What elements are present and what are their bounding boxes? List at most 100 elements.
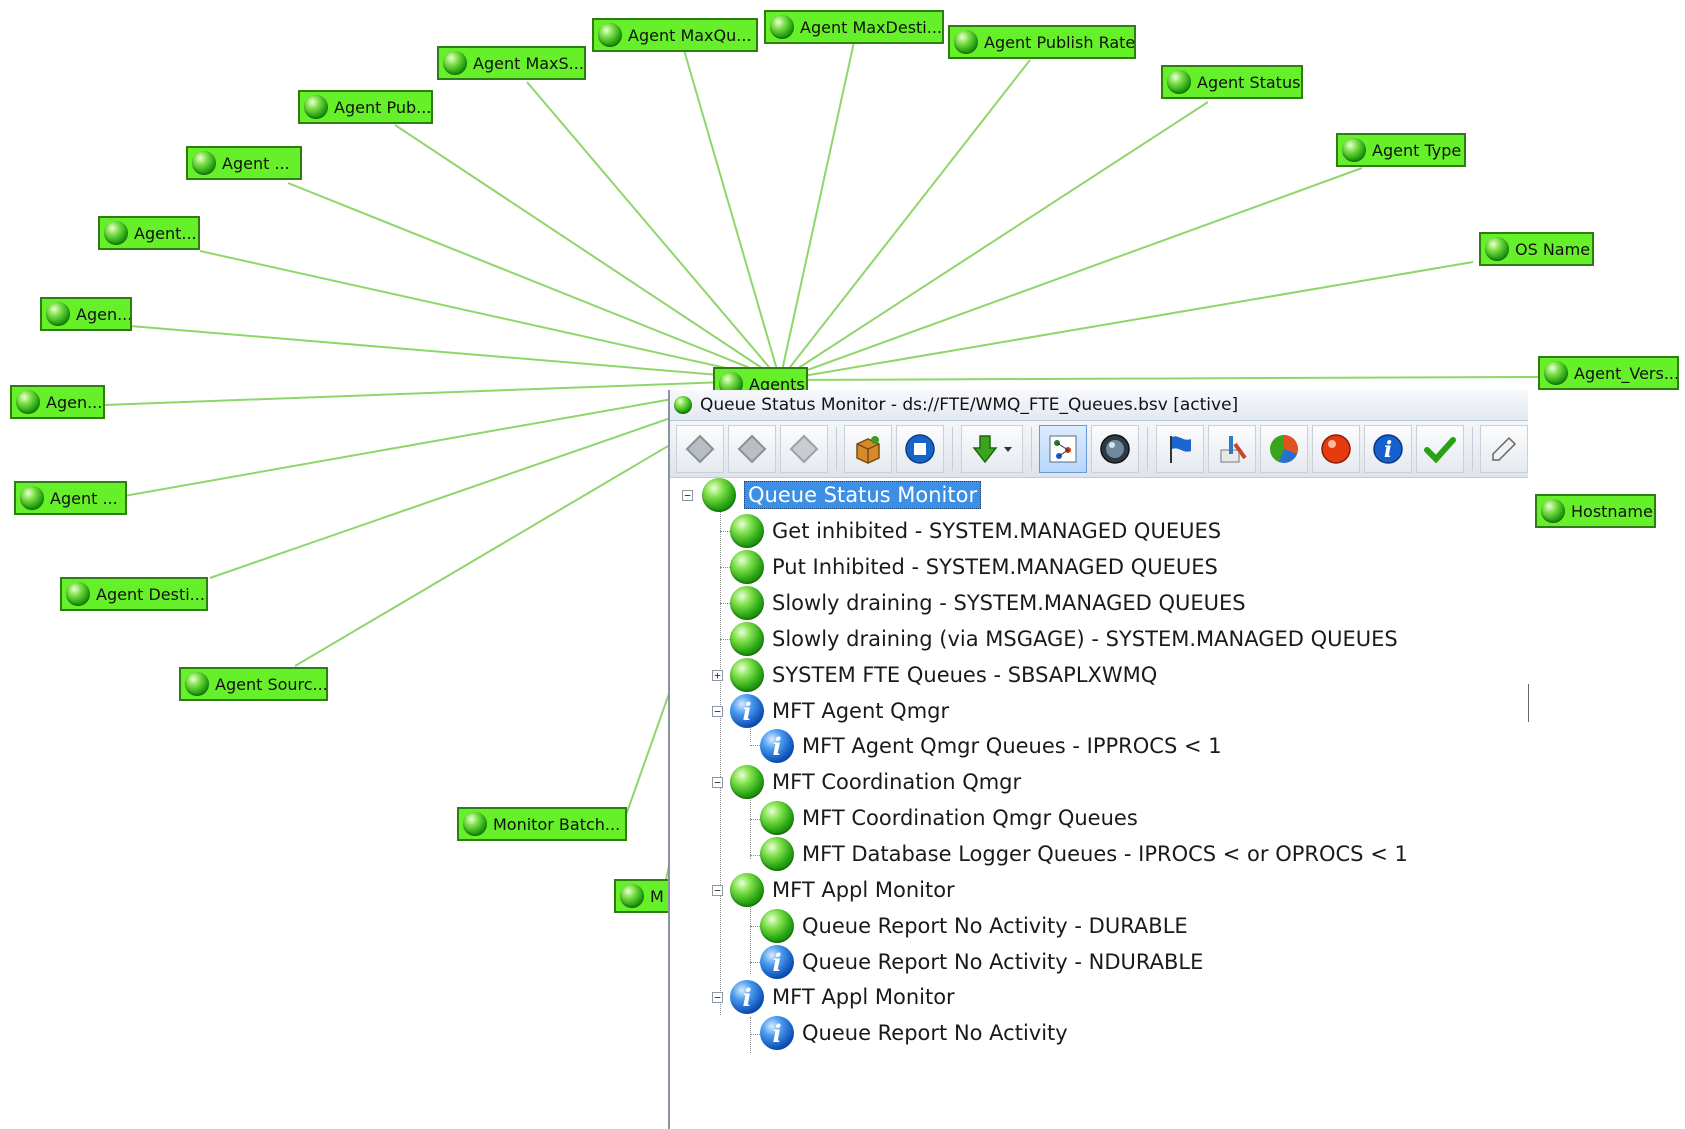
status-ok-icon	[730, 514, 764, 548]
graph-node[interactable]: Agen...	[40, 297, 132, 331]
status-ball-icon	[954, 30, 978, 54]
expand-toggle[interactable]: +	[712, 670, 723, 681]
graph-node[interactable]: Monitor Batch...	[457, 807, 627, 841]
tree-connector	[750, 902, 751, 974]
status-ball-icon	[1541, 499, 1565, 523]
svg-text:i: i	[1383, 437, 1391, 463]
status-ball-icon	[185, 672, 209, 696]
tree-item[interactable]: SYSTEM FTE Queues - SBSAPLXWMQ	[730, 657, 1157, 693]
tree-item[interactable]: i Queue Report No Activity - NDURABLE	[760, 944, 1203, 980]
graph-node[interactable]: Agent Pub...	[298, 90, 433, 124]
graph-edge	[129, 325, 781, 381]
monitor-panel: Queue Status Monitor - ds://FTE/WMQ_FTE_…	[668, 390, 1529, 1129]
tree-item-label: MFT Agent Qmgr Queues - IPPROCS < 1	[802, 734, 1222, 758]
panel-title: Queue Status Monitor - ds://FTE/WMQ_FTE_…	[700, 395, 1239, 415]
tree-connector	[750, 1017, 751, 1053]
node-label: Agen...	[46, 392, 103, 412]
tree-item-label: SYSTEM FTE Queues - SBSAPLXWMQ	[772, 663, 1158, 687]
tree-item-label: MFT Coordination Qmgr Queues	[802, 806, 1138, 830]
status-ball-icon	[66, 582, 90, 606]
tree-item-label: MFT Agent Qmgr	[772, 699, 950, 723]
graph-node[interactable]: Agent Publish Rate	[948, 25, 1136, 59]
collapse-toggle[interactable]: −	[712, 777, 723, 788]
node-label: M	[650, 886, 664, 906]
checkmark-icon[interactable]	[1415, 425, 1464, 473]
tree-item[interactable]: i Queue Report No Activity	[760, 1015, 1068, 1051]
graph-edge	[779, 59, 1031, 381]
tree-item-label: Queue Report No Activity	[802, 1021, 1068, 1045]
tree-item[interactable]: Put Inhibited - SYSTEM.MANAGED QUEUES	[730, 549, 1218, 585]
status-info-icon: i	[760, 729, 794, 763]
graph-node[interactable]: Agent Sourc...	[179, 667, 328, 701]
pie-chart-icon[interactable]	[1259, 425, 1308, 473]
graph-node[interactable]: Hostname	[1535, 494, 1656, 528]
graph-node[interactable]: Agent Desti...	[60, 577, 208, 611]
tree-item[interactable]: MFT Coordination Qmgr	[730, 764, 1021, 800]
graph-node[interactable]: Agent Type	[1336, 133, 1466, 167]
status-ok-icon	[730, 873, 764, 907]
alarm-icon[interactable]	[1311, 425, 1360, 473]
graph-node[interactable]: Agent MaxDesti...	[764, 10, 944, 44]
node-label: Agent Status	[1197, 72, 1301, 92]
tree-item-label: MFT Coordination Qmgr	[772, 770, 1022, 794]
graph-node[interactable]: Agent...	[98, 216, 200, 250]
diamond-icon[interactable]	[780, 425, 828, 473]
graph-node[interactable]: Agent MaxS...	[437, 46, 586, 80]
graph-edge	[287, 182, 781, 381]
diamond-icon[interactable]	[676, 425, 724, 473]
stop-icon[interactable]	[896, 425, 945, 473]
node-label: Agent Type	[1372, 140, 1462, 160]
graph-node[interactable]: Agent MaxQu...	[592, 18, 758, 52]
status-ball-icon	[620, 884, 644, 908]
diamond-icon[interactable]	[728, 425, 776, 473]
tree-item[interactable]: Slowly draining (via MSGAGE) - SYSTEM.MA…	[730, 621, 1398, 657]
graph-node[interactable]: Agen...	[10, 385, 105, 419]
tree-item[interactable]: i MFT Agent Qmgr Queues - IPPROCS < 1	[760, 728, 1222, 764]
status-ok-icon	[730, 658, 764, 692]
tree-item-label: Queue Status Monitor	[744, 481, 982, 509]
collapse-toggle[interactable]: −	[712, 885, 723, 896]
tree-item-label: Get inhibited - SYSTEM.MANAGED QUEUES	[772, 519, 1222, 543]
info-icon[interactable]: i	[1363, 425, 1412, 473]
status-ball-icon	[20, 486, 44, 510]
tree-item-label: Slowly draining (via MSGAGE) - SYSTEM.MA…	[772, 627, 1398, 651]
tools-icon[interactable]	[1207, 425, 1256, 473]
graph-node[interactable]: Agent Status	[1161, 65, 1303, 99]
edit-icon[interactable]	[1480, 425, 1529, 473]
status-ok-icon	[730, 622, 764, 656]
tree-item[interactable]: MFT Coordination Qmgr Queues	[760, 800, 1138, 836]
tree-item-label: MFT Appl Monitor	[772, 985, 955, 1009]
node-label: OS Name	[1515, 239, 1591, 259]
flag-icon[interactable]	[1155, 425, 1204, 473]
graph-edge	[394, 124, 781, 381]
tree-item[interactable]: MFT Database Logger Queues - IPROCS < or…	[760, 836, 1408, 872]
tree-item-root[interactable]: Queue Status Monitor	[702, 477, 982, 513]
collapse-toggle[interactable]: −	[712, 992, 723, 1003]
status-ball-icon	[16, 390, 40, 414]
status-ball-icon	[443, 51, 467, 75]
node-label: Agent Sourc...	[215, 674, 328, 694]
status-ball-icon	[1485, 237, 1509, 261]
status-ball-icon	[1342, 138, 1366, 162]
graph-node[interactable]: Agent_Vers...	[1538, 356, 1679, 390]
collapse-toggle[interactable]: −	[682, 490, 693, 501]
graph-node[interactable]: Agent ...	[186, 146, 302, 180]
tree-item[interactable]: i MFT Appl Monitor	[730, 979, 955, 1015]
tree-item[interactable]: MFT Appl Monitor	[730, 872, 955, 908]
globe-icon[interactable]	[1091, 425, 1140, 473]
node-label: Agent Pub...	[334, 97, 432, 117]
tree-item[interactable]: i MFT Agent Qmgr	[730, 693, 949, 729]
status-ball-icon	[46, 302, 70, 326]
tree-item[interactable]: Slowly draining - SYSTEM.MANAGED QUEUES	[730, 585, 1246, 621]
tree-item[interactable]: Queue Report No Activity - DURABLE	[760, 908, 1188, 944]
graph-node[interactable]: Agent ...	[14, 481, 127, 515]
collapse-toggle[interactable]: −	[712, 706, 723, 717]
graph-edge	[779, 101, 1209, 381]
graph-edge	[779, 167, 1363, 381]
download-arrow-icon[interactable]	[960, 425, 1023, 473]
dependency-graph-icon[interactable]	[1039, 425, 1088, 473]
graph-node[interactable]: OS Name	[1479, 232, 1594, 266]
package-icon[interactable]	[844, 425, 893, 473]
tree-item[interactable]: Get inhibited - SYSTEM.MANAGED QUEUES	[730, 513, 1221, 549]
graph-node[interactable]: M	[614, 879, 674, 913]
